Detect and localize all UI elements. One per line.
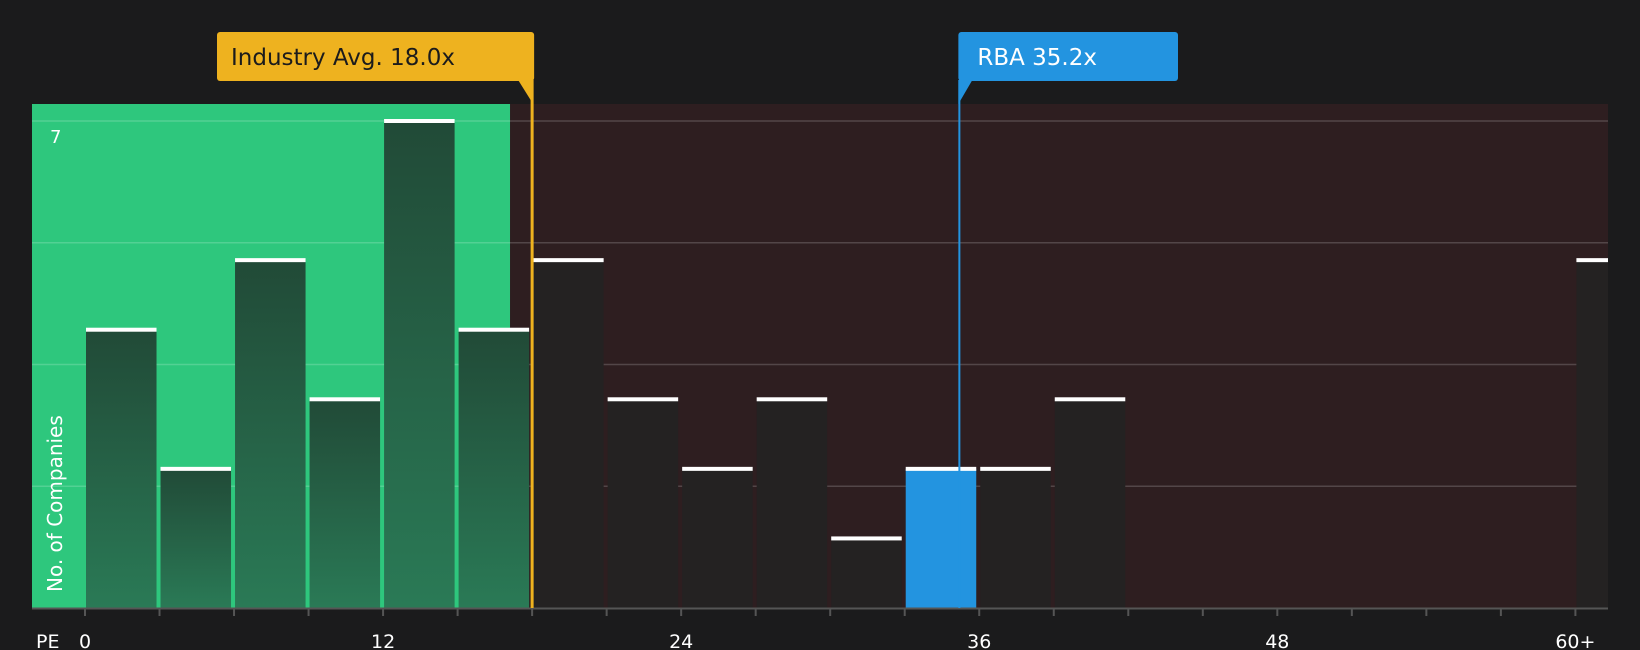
bar-cap [756, 397, 828, 402]
x-axis-label: PE [36, 631, 59, 650]
bar [86, 329, 157, 608]
bar-cap [384, 119, 455, 123]
bar-cap [533, 258, 604, 263]
pe-distribution-chart: 0 12 24 36 48 60+ 7 No. of Companies PE Indus… [32, 32, 1608, 650]
bar [1576, 260, 1608, 608]
bar-cap [980, 466, 1051, 471]
bar [458, 329, 530, 608]
bar-cap [682, 466, 753, 471]
bar [384, 121, 455, 608]
bar-cap [1576, 258, 1608, 263]
bar-cap [905, 466, 977, 471]
x-tick-label: 48 [1265, 631, 1289, 650]
industry-callout-label: Industry Avg. 18.0x [231, 45, 455, 71]
bar-cap [831, 536, 902, 541]
x-tick-label: 0 [79, 631, 91, 650]
bar [309, 399, 381, 608]
x-tick-label: 24 [669, 631, 693, 650]
x-axis: 0 12 24 36 48 60+ [32, 607, 1608, 650]
bar [533, 260, 604, 608]
bar [607, 399, 679, 608]
bar [1054, 399, 1126, 608]
x-tick-label: 36 [967, 631, 991, 650]
bar-cap [235, 258, 306, 263]
bar-cap [458, 327, 530, 332]
bar-cap [160, 466, 232, 471]
bar [980, 468, 1051, 608]
bar-highlight [905, 468, 977, 608]
bar-cap [309, 397, 381, 402]
y-max-label: 7 [50, 127, 61, 148]
bar [756, 399, 828, 608]
x-tick-label: 12 [371, 631, 395, 650]
bar [831, 538, 902, 608]
company-callout-pointer [958, 80, 973, 104]
company-callout-label: RBA 35.2x [977, 45, 1097, 71]
bar [235, 260, 306, 608]
bar [682, 468, 753, 608]
bar-cap [86, 327, 157, 332]
y-axis-label: No. of Companies [43, 415, 67, 592]
bar-cap [607, 397, 679, 402]
bar [160, 468, 232, 608]
x-tick-label: 60+ [1555, 631, 1595, 650]
bar-cap [1054, 397, 1126, 402]
